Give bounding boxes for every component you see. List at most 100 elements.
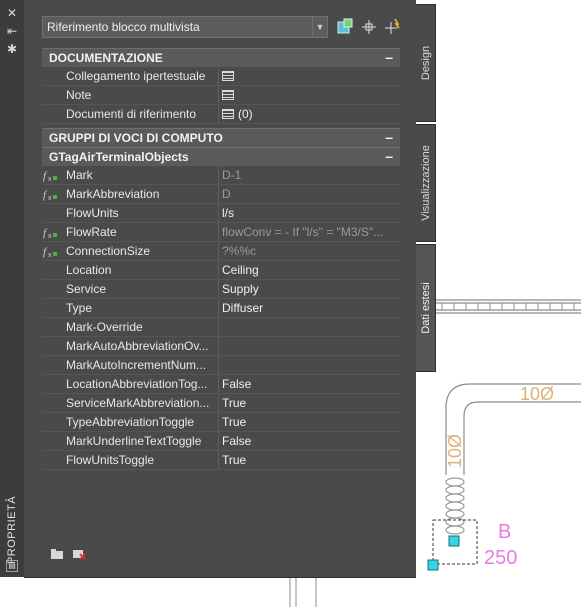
property-value[interactable]: ?%%c [222, 244, 398, 258]
property-label: Mark [66, 168, 93, 182]
property-label: FlowRate [66, 225, 117, 239]
property-value[interactable]: Ceiling [222, 263, 398, 277]
property-row-hyperlink[interactable]: Collegamento ipertestuale [42, 67, 400, 86]
svg-text:x: x [48, 252, 52, 258]
formula-icon: fx [43, 246, 57, 258]
property-row[interactable]: TypeAbbreviationToggle True [42, 413, 400, 432]
property-label: Mark-Override [66, 320, 143, 334]
section-title: DOCUMENTAZIONE [49, 51, 163, 65]
tab-visualizzazione[interactable]: Visualizzazione [416, 124, 436, 242]
svg-text:x: x [48, 195, 52, 201]
property-row[interactable]: LocationAbbreviationTog... False [42, 375, 400, 394]
property-label: LocationAbbreviationTog... [66, 377, 208, 391]
grip-center[interactable] [448, 535, 460, 547]
wall-line [436, 299, 581, 314]
grip-corner[interactable] [427, 559, 439, 571]
close-icon[interactable]: ✕ [4, 6, 20, 20]
property-row[interactable]: ServiceMarkAbbreviation... True [42, 394, 400, 413]
property-label: ServiceMarkAbbreviation... [66, 396, 210, 410]
property-label: Note [66, 88, 92, 102]
property-label: MarkAutoAbbreviationOv... [66, 339, 209, 353]
property-value[interactable]: False [222, 377, 398, 391]
property-value[interactable]: False [222, 434, 398, 448]
formula-icon: fx [43, 189, 57, 201]
property-value[interactable]: Diffuser [222, 301, 398, 315]
gear-icon[interactable]: ✱ [4, 42, 20, 56]
property-row[interactable]: Location Ceiling [42, 261, 400, 280]
section-title: GTagAirTerminalObjects [49, 150, 189, 164]
bottom-line [289, 577, 317, 607]
property-label: FlowUnits [66, 206, 119, 220]
property-row[interactable]: Mark-Override [42, 318, 400, 337]
property-row[interactable]: FlowUnits l/s [42, 204, 400, 223]
property-row[interactable]: Service Supply [42, 280, 400, 299]
property-row[interactable]: f x ConnectionSize ?%%c [42, 242, 400, 261]
section-gruppi[interactable]: GRUPPI DI VOCI DI COMPUTO – [42, 128, 400, 147]
property-label: MarkUnderlineTextToggle [66, 434, 202, 448]
property-value[interactable] [222, 69, 398, 83]
formula-icon: fx [43, 227, 57, 239]
collapse-icon[interactable]: – [385, 129, 393, 145]
flex-duct[interactable] [445, 383, 581, 535]
property-row-notes[interactable]: Note [42, 86, 400, 105]
table-icon[interactable] [222, 71, 234, 81]
duct-size-label-horizontal: 10Ø [520, 384, 554, 404]
property-value[interactable]: True [222, 396, 398, 410]
tab-dati-estesi[interactable]: Dati estesi [416, 244, 436, 372]
property-label: Collegamento ipertestuale [66, 69, 206, 83]
property-value[interactable]: True [222, 453, 398, 467]
add-to-selection-icon[interactable] [336, 18, 354, 36]
property-label: Documenti di riferimento [66, 107, 197, 121]
property-row[interactable]: Type Diffuser [42, 299, 400, 318]
select-objects-icon[interactable] [360, 18, 378, 36]
property-value[interactable]: Supply [222, 282, 398, 296]
property-value[interactable]: l/s [222, 206, 398, 220]
property-row[interactable]: f x FlowRate flowConv = - If "l/s" = "M3/S"… [42, 223, 400, 242]
section-gtag[interactable]: GTagAirTerminalObjects – [42, 147, 400, 166]
collapse-icon[interactable]: – [385, 49, 393, 65]
palette-menu-icon[interactable]: ▤ [6, 560, 18, 572]
collapse-icon[interactable]: – [385, 148, 393, 164]
property-row[interactable]: MarkUnderlineTextToggle False [42, 432, 400, 451]
section-title: GRUPPI DI VOCI DI COMPUTO [49, 131, 223, 145]
property-row[interactable]: f x Mark D-1 [42, 166, 400, 185]
remove-property-sets-icon[interactable] [72, 548, 86, 560]
property-label: MarkAutoIncrementNum... [66, 358, 207, 372]
duct-size-label-vertical: 10Ø [445, 434, 465, 468]
auto-hide-icon[interactable]: ⇤ [4, 24, 20, 38]
tag-letter: B [498, 521, 511, 543]
property-value[interactable]: (0) [222, 107, 398, 121]
property-label: Service [66, 282, 107, 296]
table-icon[interactable] [222, 90, 234, 100]
svg-text:x: x [48, 176, 52, 182]
property-row[interactable]: FlowUnitsToggle True [42, 451, 400, 470]
formula-icon: fx [43, 170, 57, 182]
property-value[interactable]: D [222, 187, 398, 201]
property-label: Type [66, 301, 93, 315]
object-type-select[interactable]: Riferimento blocco multivista ▼ [42, 16, 328, 38]
chevron-down-icon[interactable]: ▼ [312, 17, 327, 37]
property-label: TypeAbbreviationToggle [66, 415, 195, 429]
palette-titlebar[interactable]: ✕ ⇤ ✱ PROPRIETÀ ▤ [0, 0, 25, 577]
object-type-value: Riferimento blocco multivista [47, 20, 200, 34]
property-value[interactable]: D-1 [222, 168, 398, 182]
property-row[interactable]: MarkAutoIncrementNum... [42, 356, 400, 375]
quick-select-icon[interactable] [384, 18, 402, 36]
property-label: MarkAbbreviation [66, 187, 160, 201]
property-value[interactable] [222, 88, 398, 102]
svg-text:x: x [48, 233, 52, 239]
table-icon[interactable] [222, 109, 234, 119]
property-row-reference-docs[interactable]: Documenti di riferimento (0) [42, 105, 400, 124]
property-value[interactable]: flowConv = - If "l/s" = "M3/S"... [222, 225, 398, 239]
properties-panel: Riferimento blocco multivista ▼ DOCUMENT… [24, 0, 416, 578]
tab-design[interactable]: Design [416, 4, 436, 122]
property-row[interactable]: MarkAutoAbbreviationOv... [42, 337, 400, 356]
property-label: FlowUnitsToggle [66, 453, 155, 467]
property-value[interactable]: True [222, 415, 398, 429]
property-label: ConnectionSize [66, 244, 151, 258]
property-label: Location [66, 263, 112, 277]
property-row[interactable]: f x MarkAbbreviation D [42, 185, 400, 204]
section-documentazione[interactable]: DOCUMENTAZIONE – [42, 48, 400, 67]
import-property-sets-icon[interactable] [50, 548, 64, 560]
palette-title: PROPRIETÀ [6, 495, 18, 565]
